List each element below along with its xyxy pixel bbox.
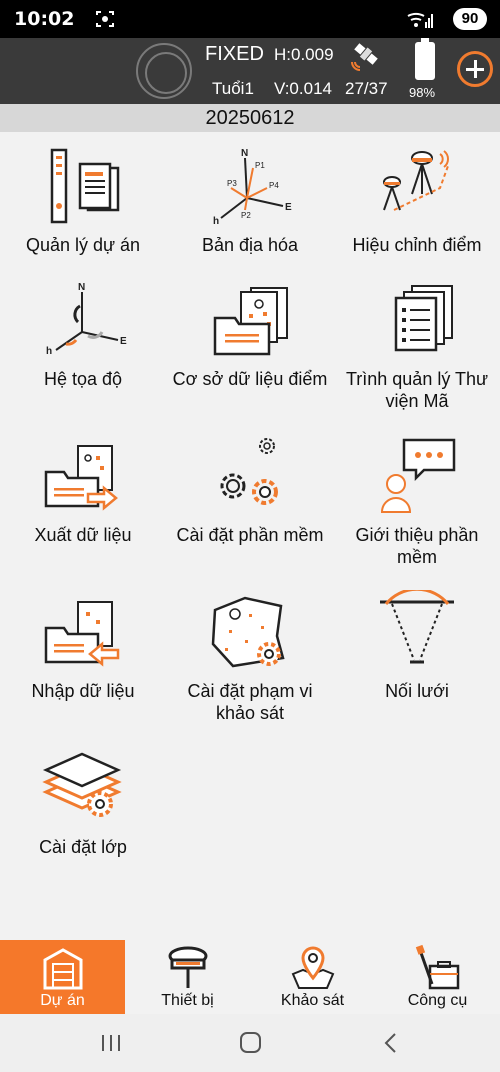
recent-apps-icon[interactable] — [91, 1028, 131, 1058]
point-calibration-icon — [383, 150, 449, 211]
import-data-icon — [44, 601, 120, 667]
device-icon — [168, 946, 207, 988]
add-button[interactable] — [457, 51, 493, 87]
svg-text:P4: P4 — [269, 181, 279, 190]
nav-tab-tools[interactable]: Công cụ — [375, 940, 500, 1014]
nav-label: Thiết bị — [161, 992, 214, 1009]
menu-label: Bản địa hóa — [201, 235, 299, 255]
svg-text:h: h — [213, 216, 219, 227]
status-bar: 10:02 90 — [0, 0, 500, 38]
wifi-icon — [407, 12, 433, 28]
screen-record-icon — [96, 11, 114, 27]
nav-tab-survey[interactable]: Khảo sát — [250, 940, 375, 1014]
back-icon[interactable] — [371, 1028, 411, 1058]
svg-text:P1: P1 — [255, 161, 265, 170]
about-software-icon — [380, 438, 456, 513]
nav-tab-project[interactable]: Dự án — [0, 940, 125, 1014]
current-project-name: 20250612 — [0, 104, 500, 132]
svg-text:E: E — [285, 202, 292, 213]
menu-label: Cài đặt phần mềm — [176, 525, 324, 545]
nav-label: Dự án — [40, 992, 85, 1009]
menu-project-manager[interactable]: Quản lý dự án — [0, 144, 166, 256]
menu-code-library[interactable]: Trình quản lý Thư viện Mã — [334, 278, 500, 412]
coordinate-system-icon: N E h — [46, 282, 127, 357]
code-library-icon — [394, 285, 453, 352]
receiver-name: Tuổi1 — [212, 79, 254, 98]
menu-localization[interactable]: N E h P1 P3 P4 P2 Bản địa hóa — [167, 144, 333, 256]
gnss-status-bar: FIXED H:0.009 Tuổi1 V:0.014 27/37 98% — [0, 38, 500, 104]
menu-export-data[interactable]: Xuất dữ liệu — [0, 434, 166, 546]
svg-text:P3: P3 — [227, 179, 237, 188]
svg-text:N: N — [241, 148, 248, 159]
layer-settings-icon — [42, 752, 122, 817]
menu-layer-settings[interactable]: Cài đặt lớp — [0, 746, 166, 858]
menu-label: Trình quản lý Thư viện Mã — [345, 369, 489, 411]
svg-text:P2: P2 — [241, 211, 251, 220]
svg-text:N: N — [78, 282, 85, 293]
localization-icon: N E h P1 P3 P4 P2 — [213, 148, 292, 227]
point-database-icon — [213, 287, 288, 356]
menu-coordinate-system[interactable]: N E h Hệ tọa độ — [0, 278, 166, 390]
project-manager-icon — [50, 148, 120, 224]
menu-label: Nối lưới — [385, 681, 449, 701]
receiver-battery-percent: 98% — [409, 85, 436, 100]
menu-about-software[interactable]: Giới thiệu phần mềm — [334, 434, 500, 568]
battery-level: 90 — [453, 8, 487, 30]
menu-label: Xuất dữ liệu — [34, 525, 132, 545]
solution-status: FIXED — [205, 43, 264, 65]
menu-survey-range[interactable]: Cài đặt phạm vi khảo sát — [167, 590, 333, 724]
nav-tab-device[interactable]: Thiết bị — [125, 940, 250, 1014]
menu-label: Hiệu chỉnh điểm — [352, 235, 482, 255]
software-settings-icon — [220, 438, 278, 505]
horizontal-precision: H:0.009 — [274, 45, 334, 64]
survey-icon — [291, 946, 334, 989]
app-root: 10:02 90 FIXED H:0.009 Tuổi1 V:0.014 27/… — [0, 0, 500, 1072]
system-navigation-bar — [0, 1014, 500, 1072]
menu-point-calibration[interactable]: Hiệu chỉnh điểm — [334, 144, 500, 256]
survey-range-icon — [211, 596, 285, 668]
satellite-count: 27/37 — [345, 79, 388, 98]
vertical-precision: V:0.014 — [274, 79, 332, 98]
svg-text:h: h — [46, 346, 52, 357]
menu-label: Cơ sở dữ liệu điểm — [172, 369, 328, 389]
grid-connection-icon — [380, 590, 454, 664]
receiver-battery-icon — [415, 42, 435, 80]
tools-icon — [415, 944, 459, 990]
nav-label: Công cụ — [407, 992, 468, 1009]
menu-label: Cài đặt phạm vi khảo sát — [187, 681, 313, 723]
bottom-navigation: Dự án Thiết bị Khảo sát Công cụ — [0, 940, 500, 1014]
menu-label: Nhập dữ liệu — [31, 681, 135, 701]
menu-import-data[interactable]: Nhập dữ liệu — [0, 590, 166, 702]
menu-point-database[interactable]: Cơ sở dữ liệu điểm — [167, 278, 333, 390]
status-time: 10:02 — [14, 8, 75, 30]
nav-label: Khảo sát — [280, 992, 345, 1009]
satellite-icon[interactable] — [348, 38, 384, 74]
svg-text:E: E — [120, 336, 127, 347]
menu-grid-connection[interactable]: Nối lưới — [334, 590, 500, 702]
menu-label: Cài đặt lớp — [39, 837, 127, 857]
menu-software-settings[interactable]: Cài đặt phần mềm — [167, 434, 333, 546]
menu-label: Hệ tọa độ — [43, 369, 123, 389]
menu-label: Giới thiệu phần mềm — [355, 525, 479, 567]
gnss-status-indicator[interactable] — [136, 43, 192, 99]
export-data-icon — [44, 445, 118, 511]
home-icon[interactable] — [230, 1028, 270, 1058]
project-icon — [43, 948, 82, 990]
menu-label: Quản lý dự án — [25, 235, 141, 255]
